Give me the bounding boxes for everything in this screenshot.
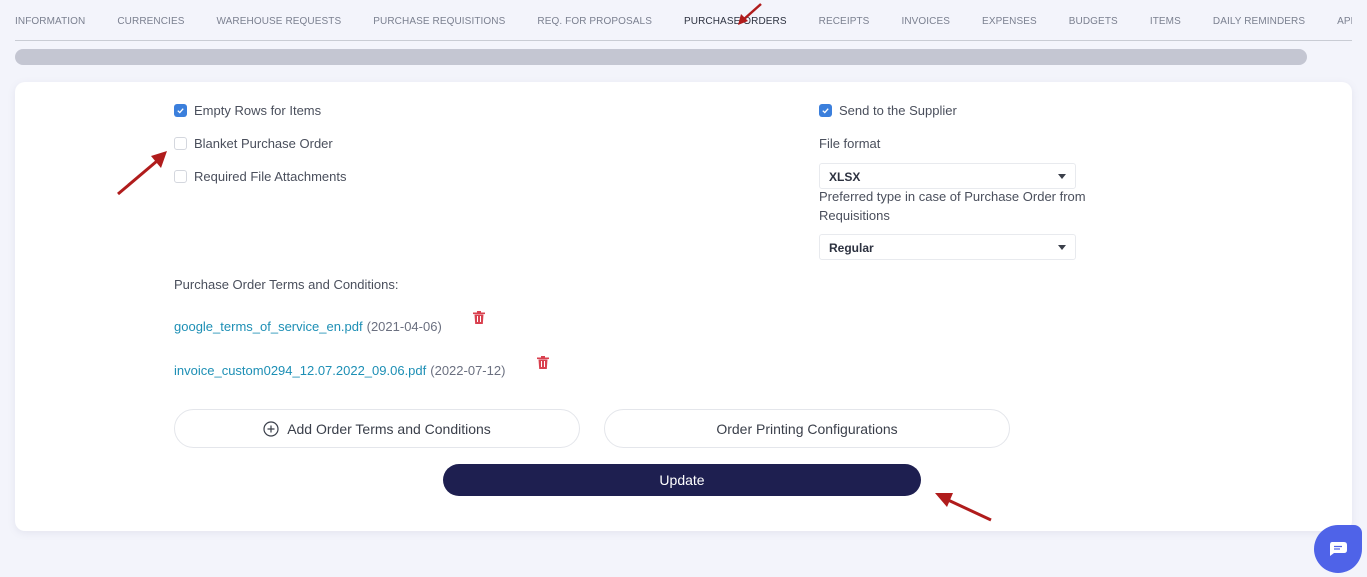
blanket-po-checkbox[interactable] <box>174 137 187 150</box>
printing-config-button[interactable]: Order Printing Configurations <box>604 409 1010 448</box>
required-attachments-label: Required File Attachments <box>194 169 347 184</box>
add-terms-label: Add Order Terms and Conditions <box>287 420 491 437</box>
update-button[interactable]: Update <box>443 464 921 496</box>
terms-heading: Purchase Order Terms and Conditions: <box>174 277 399 292</box>
terms-file-date: (2022-07-12) <box>430 363 506 378</box>
tab-warehouse-requests[interactable]: WAREHOUSE REQUESTS <box>216 0 341 40</box>
terms-file-link[interactable]: invoice_custom0294_12.07.2022_09.06.pdf <box>174 363 426 378</box>
file-format-label: File format <box>819 136 881 151</box>
tab-items[interactable]: ITEMS <box>1150 0 1181 40</box>
terms-file-link[interactable]: google_terms_of_service_en.pdf <box>174 319 363 334</box>
tab-approval[interactable]: APPROVAL <box>1337 0 1352 40</box>
blanket-po-option: Blanket Purchase Order <box>174 136 333 151</box>
chat-bubble-icon <box>1330 542 1347 556</box>
preferred-type-label: Preferred type in case of Purchase Order… <box>819 189 1086 223</box>
purchase-orders-settings-card: Empty Rows for Items Blanket Purchase Or… <box>15 82 1352 531</box>
terms-file-date: (2021-04-06) <box>366 319 442 334</box>
dropdown-caret-icon <box>1058 245 1066 250</box>
empty-rows-label: Empty Rows for Items <box>194 103 322 118</box>
tab-daily-reminders[interactable]: DAILY REMINDERS <box>1213 0 1305 40</box>
preferred-type-select[interactable]: Regular <box>819 234 1076 260</box>
tab-req-for-proposals[interactable]: REQ. FOR PROPOSALS <box>537 0 652 40</box>
tab-purchase-orders[interactable]: PURCHASE ORDERS <box>684 0 787 40</box>
dropdown-caret-icon <box>1058 174 1066 179</box>
blanket-po-label: Blanket Purchase Order <box>194 136 333 151</box>
tab-invoices[interactable]: INVOICES <box>901 0 950 40</box>
chat-widget-button[interactable] <box>1314 525 1362 573</box>
tab-expenses[interactable]: EXPENSES <box>982 0 1037 40</box>
tab-receipts[interactable]: RECEIPTS <box>819 0 870 40</box>
file-format-select[interactable]: XLSX <box>819 163 1076 189</box>
terms-file-row: invoice_custom0294_12.07.2022_09.06.pdf … <box>174 363 505 378</box>
tab-currencies[interactable]: CURRENCIES <box>117 0 184 40</box>
horizontal-scrollbar[interactable] <box>15 49 1307 65</box>
delete-trash-icon[interactable] <box>537 356 549 369</box>
tab-information[interactable]: INFORMATION <box>15 0 85 40</box>
send-supplier-label: Send to the Supplier <box>839 103 957 118</box>
checkmark-icon <box>822 108 829 114</box>
checkmark-icon <box>177 108 184 114</box>
empty-rows-option: Empty Rows for Items <box>174 103 321 118</box>
tab-budgets[interactable]: BUDGETS <box>1069 0 1118 40</box>
file-format-value: XLSX <box>829 170 861 184</box>
send-supplier-checkbox[interactable] <box>819 104 832 117</box>
tab-purchase-requisitions[interactable]: PURCHASE REQUISITIONS <box>373 0 505 40</box>
printing-config-label: Order Printing Configurations <box>716 420 898 437</box>
send-supplier-option: Send to the Supplier <box>819 103 957 118</box>
update-label: Update <box>659 472 705 488</box>
add-terms-button[interactable]: Add Order Terms and Conditions <box>174 409 580 448</box>
required-attachments-checkbox[interactable] <box>174 170 187 183</box>
plus-circle-icon <box>263 420 279 437</box>
empty-rows-checkbox[interactable] <box>174 104 187 117</box>
settings-tabs: INFORMATION CURRENCIES WAREHOUSE REQUEST… <box>15 0 1352 41</box>
preferred-type-value: Regular <box>829 241 874 255</box>
delete-trash-icon[interactable] <box>473 311 485 324</box>
terms-file-row: google_terms_of_service_en.pdf (2021-04-… <box>174 319 442 334</box>
required-attachments-option: Required File Attachments <box>174 169 346 184</box>
